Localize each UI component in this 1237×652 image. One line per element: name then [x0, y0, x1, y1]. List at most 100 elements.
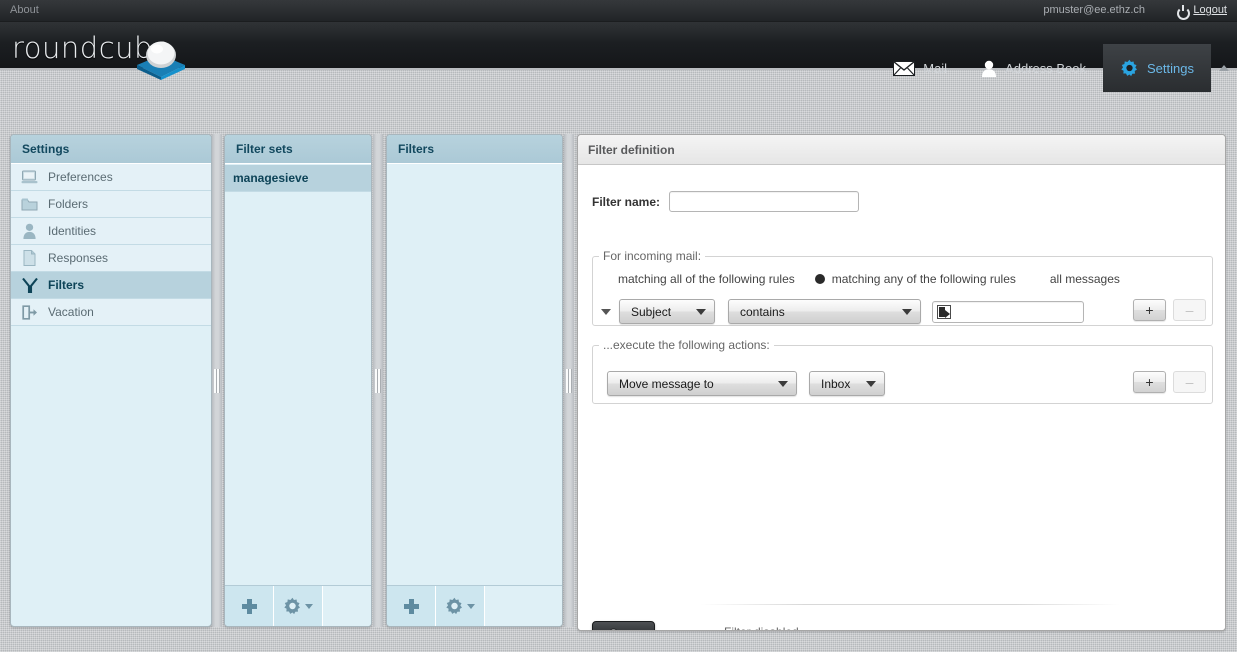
- triangle-up-icon: [1219, 65, 1229, 71]
- save-button[interactable]: Save: [592, 621, 655, 630]
- gear-icon: [283, 597, 302, 616]
- add-filter-button[interactable]: [387, 586, 436, 626]
- sidebar-item-vacation[interactable]: Vacation: [11, 299, 211, 326]
- remove-action-button: –: [1173, 371, 1206, 393]
- splitter-grip: [214, 368, 220, 393]
- sidebar-item-folders[interactable]: Folders: [11, 191, 211, 218]
- monitor-icon: [21, 169, 38, 186]
- settings-panel-title: Settings: [11, 135, 211, 164]
- rule-row: Subject contains: [601, 299, 1206, 324]
- document-icon: [21, 250, 38, 267]
- filter-set-actions-button[interactable]: [274, 586, 323, 626]
- exit-door-icon: [21, 304, 38, 321]
- task-settings[interactable]: Settings: [1103, 44, 1211, 92]
- action-type-select[interactable]: Move message to: [607, 371, 797, 396]
- remove-rule-button: –: [1173, 299, 1206, 321]
- rule-value-input[interactable]: [932, 300, 1084, 323]
- filter-sets-footer-spacer: [323, 586, 371, 626]
- match-all-messages-label: all messages: [1049, 272, 1120, 286]
- match-all-option[interactable]: matching all of the following rules: [611, 272, 795, 286]
- action-folder-value: Inbox: [821, 376, 851, 391]
- settings-panel: Settings Preferences Folders Identities …: [10, 134, 212, 627]
- task-address-book[interactable]: Address Book: [964, 44, 1103, 92]
- filter-sets-panel: Filter sets managesieve: [224, 134, 372, 627]
- person-icon: [21, 223, 38, 240]
- rule-value-wrapper: [932, 300, 1084, 323]
- power-icon: [1177, 4, 1191, 20]
- sidebar-item-label: Responses: [48, 250, 109, 265]
- rule-operator-select[interactable]: contains: [728, 299, 921, 324]
- person-icon: [981, 60, 997, 77]
- filter-name-row: Filter name:: [592, 191, 860, 212]
- match-any-label: matching any of the following rules: [831, 272, 1016, 286]
- task-settings-label: Settings: [1147, 60, 1194, 76]
- task-address-book-label: Address Book: [1005, 60, 1087, 76]
- list-item[interactable]: managesieve: [225, 165, 371, 192]
- match-all-messages-option[interactable]: all messages: [1043, 272, 1120, 286]
- filter-name-input[interactable]: [669, 191, 860, 212]
- taskbar-collapse-button[interactable]: [1211, 44, 1237, 92]
- action-type-value: Move message to: [619, 376, 714, 391]
- filter-sets-footer: [225, 585, 371, 626]
- match-options-row: matching all of the following rules matc…: [611, 272, 1120, 286]
- rules-group-legend: For incoming mail:: [603, 249, 702, 263]
- rule-operator-value: contains: [740, 304, 785, 319]
- filter-disabled-row[interactable]: Filter disabled: [718, 625, 799, 630]
- match-any-radio[interactable]: [814, 274, 825, 284]
- filters-panel: Filters: [386, 134, 563, 627]
- filters-footer-spacer: [485, 586, 562, 626]
- filter-definition-title: Filter definition: [578, 135, 1225, 165]
- filter-actions-button[interactable]: [436, 586, 485, 626]
- sidebar-item-responses[interactable]: Responses: [11, 245, 211, 272]
- rule-header-select[interactable]: Subject: [619, 299, 715, 324]
- about-link[interactable]: About: [10, 4, 39, 16]
- funnel-icon: [21, 277, 38, 294]
- gear-icon: [445, 597, 464, 616]
- logout-label: Logout: [1193, 4, 1227, 16]
- add-action-button[interactable]: +: [1133, 371, 1166, 393]
- filter-definition-panel: Filter definition Filter name: For incom…: [577, 134, 1226, 631]
- splitter-grip: [375, 368, 381, 393]
- sidebar-item-label: Identities: [48, 223, 97, 238]
- chevron-down-icon: [305, 604, 313, 609]
- filters-title: Filters: [387, 135, 562, 164]
- add-rule-button[interactable]: +: [1133, 299, 1166, 321]
- logout-button[interactable]: Logout: [1177, 4, 1227, 20]
- app-header: roundcube Mail Address Book Settings: [0, 22, 1237, 92]
- chevron-down-icon: [866, 380, 876, 387]
- sidebar-item-preferences[interactable]: Preferences: [11, 164, 211, 191]
- filter-sets-title: Filter sets: [225, 135, 371, 164]
- filters-footer: [387, 585, 562, 626]
- filter-sets-list: managesieve: [225, 165, 371, 584]
- match-all-label: matching all of the following rules: [618, 272, 795, 286]
- action-folder-select[interactable]: Inbox: [809, 371, 885, 396]
- top-line-bar: About pmuster@ee.ethz.ch Logout: [0, 0, 1237, 22]
- broken-image-icon: [937, 304, 951, 319]
- add-filter-set-button[interactable]: [225, 586, 274, 626]
- task-mail[interactable]: Mail: [876, 44, 964, 92]
- footer-divider: [700, 604, 1120, 605]
- gear-icon: [1120, 59, 1139, 78]
- sidebar-item-label: Vacation: [48, 304, 94, 319]
- splitter-filters-definition[interactable]: [564, 134, 574, 627]
- actions-group: ...execute the following actions: Move m…: [592, 338, 1213, 404]
- match-any-option[interactable]: matching any of the following rules: [814, 272, 1016, 286]
- splitter-settings-filtersets[interactable]: [212, 134, 222, 627]
- sidebar-item-label: Preferences: [48, 169, 113, 184]
- sidebar-item-identities[interactable]: Identities: [11, 218, 211, 245]
- sidebar-item-label: Filters: [48, 277, 85, 292]
- triangle-down-icon[interactable]: [601, 308, 611, 315]
- filter-disabled-label: Filter disabled: [724, 625, 799, 630]
- logged-in-user: pmuster@ee.ethz.ch: [1043, 4, 1145, 16]
- filter-definition-form: Filter name: For incoming mail: matching…: [578, 166, 1225, 630]
- sidebar-item-filters[interactable]: Filters: [11, 272, 211, 299]
- plus-icon: [403, 599, 419, 614]
- chevron-down-icon: [467, 604, 475, 609]
- filter-name-label: Filter name:: [592, 194, 661, 209]
- envelope-icon: [893, 60, 916, 76]
- filters-list[interactable]: [387, 165, 562, 584]
- splitter-filtersets-filters[interactable]: [373, 134, 383, 627]
- task-mail-label: Mail: [923, 60, 948, 76]
- chevron-down-icon: [902, 308, 912, 315]
- rule-header-value: Subject: [631, 304, 672, 319]
